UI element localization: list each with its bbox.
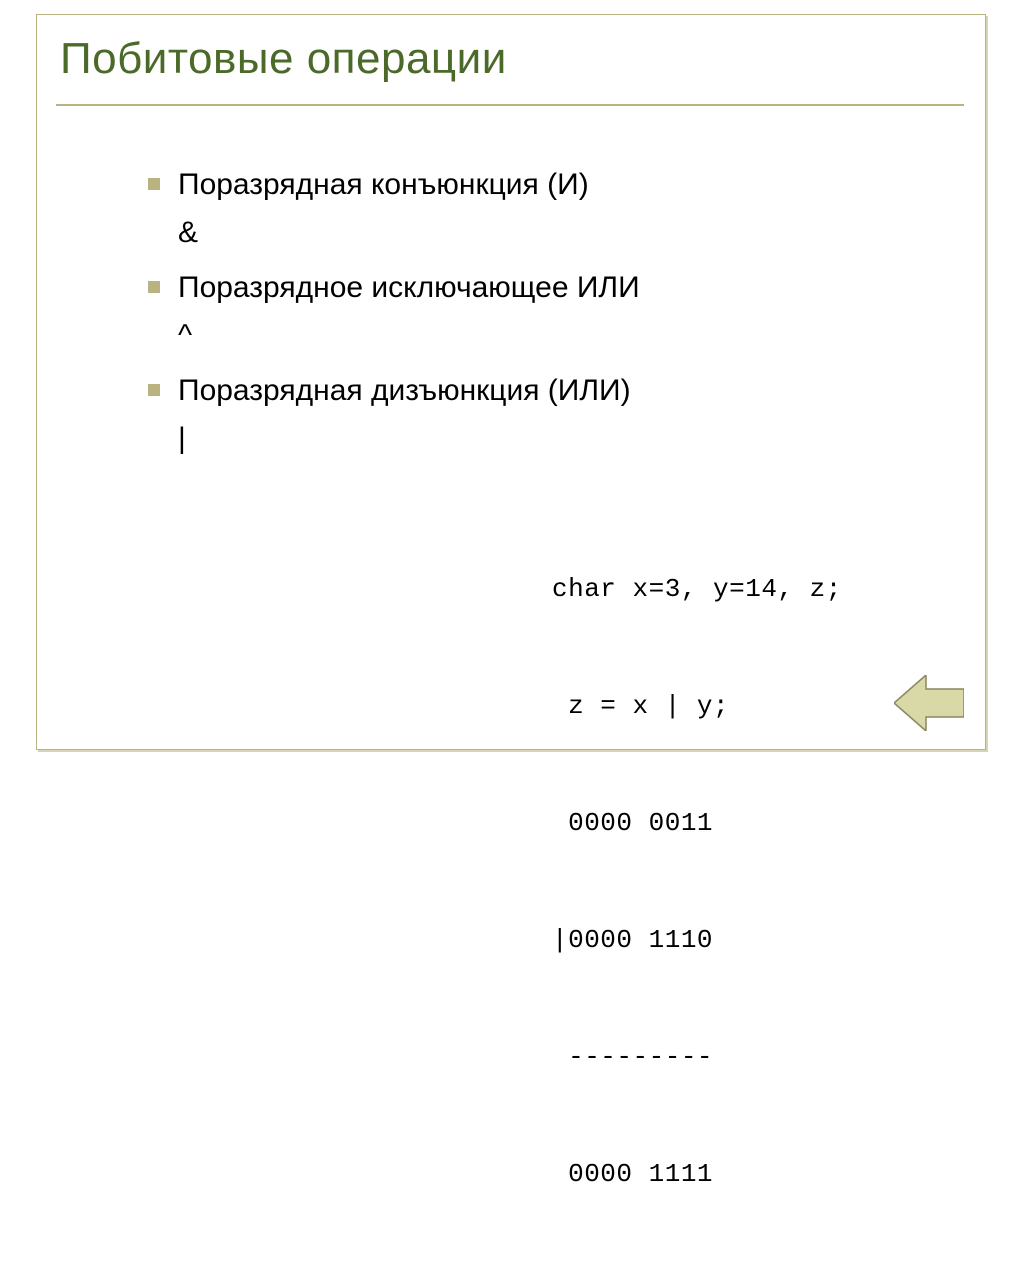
code-separator: ---------	[552, 1038, 842, 1077]
code-expression: z = x | y;	[552, 687, 842, 726]
bullet-operator: |	[178, 414, 928, 464]
bullet-label: Поразрядная дизъюнкция (ИЛИ)	[178, 374, 631, 407]
slide-title: Побитовые операции	[60, 34, 507, 84]
bullet-item-and: Поразрядная конъюнкция (И) &	[148, 160, 928, 257]
bullet-item-xor: Поразрядное исключающее ИЛИ ^	[148, 263, 928, 360]
title-underline	[56, 104, 964, 106]
bullet-operator: ^	[178, 311, 928, 361]
code-result: 0000 1111	[552, 1155, 842, 1194]
bullet-icon	[148, 178, 160, 190]
bullet-label: Поразрядное исключающее ИЛИ	[178, 271, 640, 304]
back-arrow-icon	[894, 675, 964, 731]
bullet-icon	[148, 281, 160, 293]
bullet-icon	[148, 384, 160, 396]
code-operand-2: |0000 1110	[552, 921, 842, 960]
bullet-item-or: Поразрядная дизъюнкция (ИЛИ) |	[148, 366, 928, 463]
code-declaration: char x=3, y=14, z;	[552, 570, 842, 609]
content-area: Поразрядная конъюнкция (И) & Поразрядное…	[148, 160, 928, 469]
slide: Побитовые операции Поразрядная конъюнкци…	[0, 0, 1024, 767]
back-button[interactable]	[894, 675, 964, 731]
code-example: char x=3, y=14, z; z = x | y; 0000 0011 …	[552, 492, 842, 1272]
bullet-label: Поразрядная конъюнкция (И)	[178, 168, 589, 201]
code-operand-1: 0000 0011	[552, 804, 842, 843]
bullet-operator: &	[178, 208, 928, 258]
